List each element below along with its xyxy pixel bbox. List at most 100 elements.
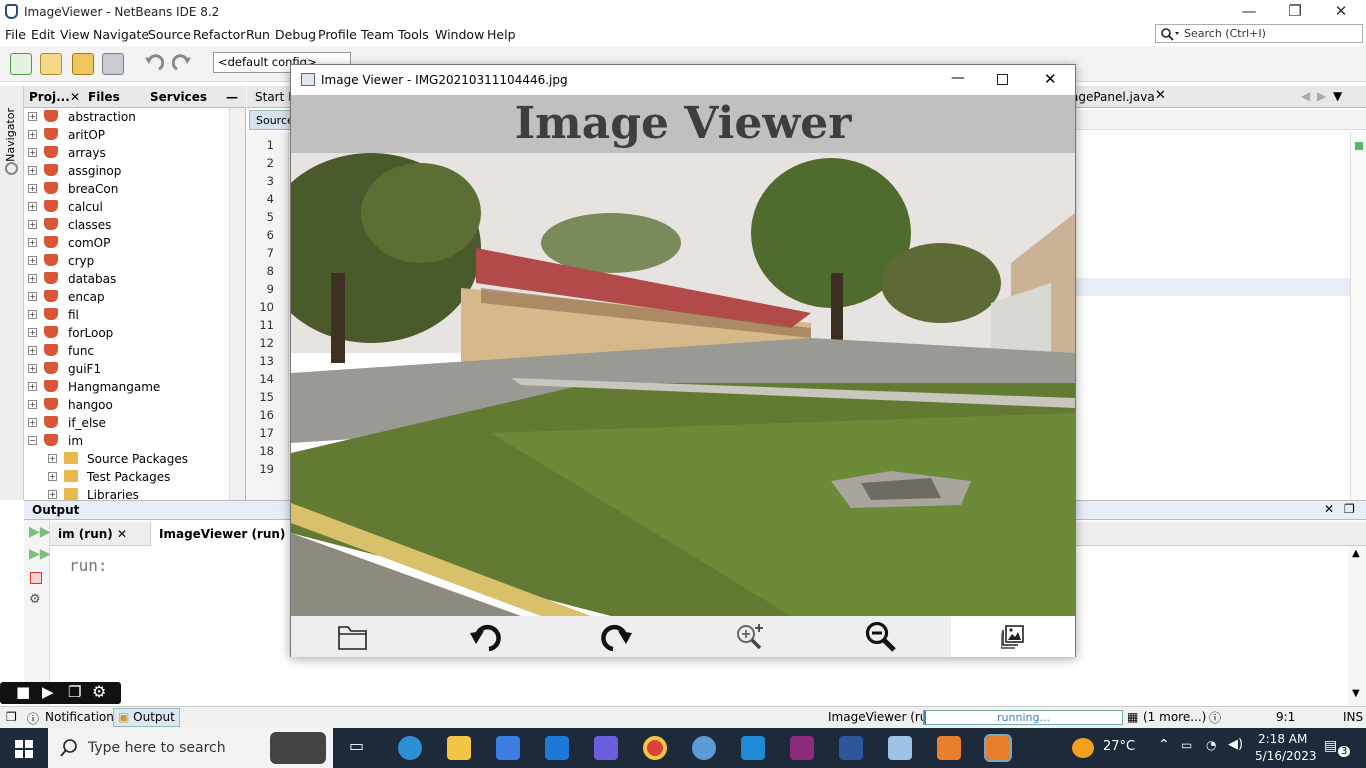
tree-item[interactable]: − im: [24, 432, 229, 450]
mail-icon[interactable]: [545, 736, 569, 760]
task-view-icon[interactable]: ▭: [349, 736, 373, 760]
expand-icon[interactable]: +: [48, 472, 57, 481]
expand-icon[interactable]: +: [28, 364, 37, 373]
menu-view[interactable]: View: [60, 27, 90, 42]
tree-item[interactable]: + abstraction: [24, 108, 229, 126]
tree-item[interactable]: + guiF1: [24, 360, 229, 378]
tree-item[interactable]: + Test Packages: [24, 468, 229, 486]
tab-imagepanel[interactable]: agePanel.java: [1071, 90, 1155, 104]
open-folder-button[interactable]: [291, 616, 421, 657]
file-explorer-icon[interactable]: [447, 736, 471, 760]
settings-icon[interactable]: ⚙: [29, 592, 41, 607]
java-icon[interactable]: [937, 736, 961, 760]
menu-edit[interactable]: Edit: [31, 27, 55, 42]
winrar-icon[interactable]: [790, 736, 814, 760]
output-toggle-button[interactable]: ▣ Output: [113, 708, 180, 727]
rotate-right-button[interactable]: [551, 616, 681, 657]
tree-item[interactable]: + breaCon: [24, 180, 229, 198]
tab-files[interactable]: Files: [88, 90, 120, 104]
notification-center-icon[interactable]: ▤: [1324, 738, 1337, 754]
tree-item[interactable]: + classes: [24, 216, 229, 234]
collapse-icon[interactable]: −: [28, 436, 37, 445]
tree-item[interactable]: + calcul: [24, 198, 229, 216]
weather-temp[interactable]: 27°C: [1103, 739, 1135, 754]
close-icon[interactable]: ✕: [117, 527, 127, 541]
expand-icon[interactable]: +: [28, 166, 37, 175]
volume-icon[interactable]: ◀): [1228, 737, 1243, 752]
rerun-with-params-icon[interactable]: ▶▶: [29, 546, 51, 562]
output-scrollbar[interactable]: ▲ ▼: [1348, 546, 1366, 707]
expand-icon[interactable]: +: [28, 418, 37, 427]
zoom-in-button[interactable]: [681, 616, 811, 657]
close-icon[interactable]: ✕: [1324, 502, 1334, 516]
chrome-icon[interactable]: [643, 736, 667, 760]
video-icon[interactable]: ▶: [42, 683, 54, 701]
menu-profile[interactable]: Profile: [318, 27, 357, 42]
camera-icon[interactable]: ■: [16, 683, 30, 701]
tree-item[interactable]: + forLoop: [24, 324, 229, 342]
tree-item[interactable]: + arrays: [24, 144, 229, 162]
close-icon[interactable]: ✕: [70, 90, 80, 104]
expand-icon[interactable]: +: [48, 490, 57, 499]
gear-icon[interactable]: ⚙: [92, 682, 106, 701]
edge-icon[interactable]: [398, 736, 422, 760]
scroll-tabs-left-icon[interactable]: ◀: [1301, 89, 1310, 103]
restore-icon[interactable]: ❐: [6, 710, 17, 724]
scroll-tabs-right-icon[interactable]: ▶: [1317, 89, 1326, 103]
expand-icon[interactable]: +: [28, 202, 37, 211]
open-project-icon[interactable]: [72, 53, 94, 75]
scroll-up-icon[interactable]: ▲: [1352, 548, 1360, 559]
quick-search-input[interactable]: Search (Ctrl+I): [1155, 24, 1363, 43]
expand-icon[interactable]: +: [28, 130, 37, 139]
menu-run[interactable]: Run: [246, 27, 270, 42]
menu-navigate[interactable]: Navigate: [93, 27, 149, 42]
tab-list-dropdown-icon[interactable]: ▼: [1333, 89, 1342, 103]
windows-start-icon[interactable]: [15, 740, 33, 758]
expand-icon[interactable]: +: [48, 454, 57, 463]
tab-im-run[interactable]: im (run) ✕: [50, 522, 135, 546]
tab-services[interactable]: Services: [150, 90, 207, 104]
notification-bubble-icon[interactable]: ⓘ: [1209, 709, 1221, 726]
menu-team[interactable]: Team: [361, 27, 394, 42]
tree-item[interactable]: + Hangmangame: [24, 378, 229, 396]
tab-imageviewer-run[interactable]: ImageViewer (run) ✕: [150, 522, 309, 546]
tree-item[interactable]: + hangoo: [24, 396, 229, 414]
tab-projects[interactable]: Proj...: [29, 90, 70, 104]
projects-scrollbar[interactable]: [229, 108, 245, 500]
rerun-icon[interactable]: ▶▶: [29, 524, 51, 540]
iv-close-button[interactable]: ✕: [1044, 70, 1057, 88]
stop-icon[interactable]: [30, 572, 42, 584]
java-running-icon[interactable]: [984, 734, 1012, 762]
minimize-panel-icon[interactable]: —: [226, 90, 238, 104]
restore-button[interactable]: ❐: [1272, 0, 1318, 24]
zoom-out-button[interactable]: [811, 616, 941, 657]
expand-icon[interactable]: +: [28, 256, 37, 265]
expand-icon[interactable]: +: [28, 310, 37, 319]
navigator-tab[interactable]: Navigator: [4, 108, 17, 162]
menu-window[interactable]: Window: [435, 27, 484, 42]
menu-tools[interactable]: Tools: [398, 27, 429, 42]
word-icon[interactable]: [839, 736, 863, 760]
iv-minimize-button[interactable]: —: [951, 70, 965, 86]
expand-icon[interactable]: +: [28, 328, 37, 337]
tree-item[interactable]: + aritOP: [24, 126, 229, 144]
menu-refactor[interactable]: Refactor: [193, 27, 245, 42]
expand-icon[interactable]: +: [28, 274, 37, 283]
menu-help[interactable]: Help: [487, 27, 516, 42]
save-all-icon[interactable]: [102, 53, 124, 75]
wifi-icon[interactable]: ◔: [1206, 738, 1216, 752]
undo-icon[interactable]: [142, 53, 165, 75]
scroll-down-icon[interactable]: ▼: [1352, 688, 1360, 699]
gallery-button[interactable]: [951, 616, 1075, 657]
tree-item[interactable]: + fil: [24, 306, 229, 324]
iv-maximize-button[interactable]: [997, 74, 1008, 85]
rotate-left-button[interactable]: [421, 616, 551, 657]
window-capture-icon[interactable]: ❐: [68, 683, 81, 701]
tree-item[interactable]: + Libraries: [24, 486, 229, 500]
clock-date[interactable]: 5/16/2023: [1255, 749, 1317, 763]
expand-icon[interactable]: +: [28, 400, 37, 409]
expand-icon[interactable]: +: [28, 238, 37, 247]
virtualbox-icon[interactable]: [888, 736, 912, 760]
redo-icon[interactable]: [171, 53, 194, 75]
expand-icon[interactable]: +: [28, 184, 37, 193]
